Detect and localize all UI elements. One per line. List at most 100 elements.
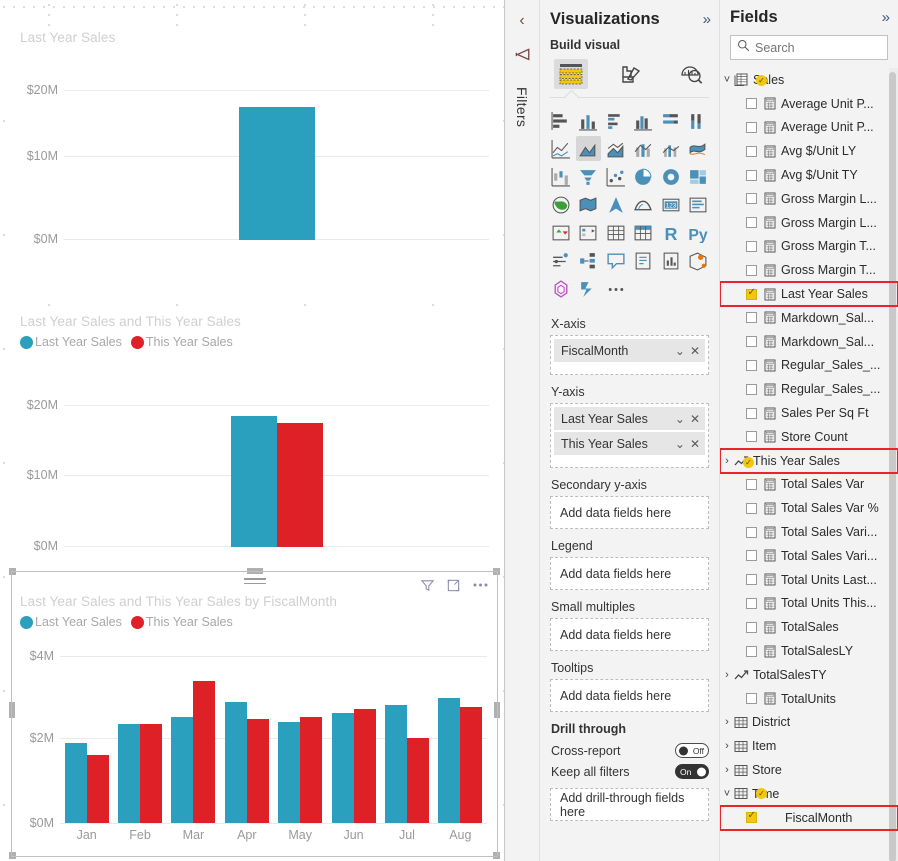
bar-last-year-sales[interactable] — [118, 724, 140, 823]
resize-handle-left[interactable] — [9, 702, 15, 718]
well-legend[interactable]: Add data fields here — [550, 557, 709, 590]
field-row-total-sales-var[interactable]: Total Sales Var — [720, 473, 898, 497]
r-script-visual-icon[interactable]: R — [658, 220, 684, 245]
field-checkbox[interactable] — [746, 170, 757, 181]
resize-handle-bottom-left[interactable] — [9, 852, 16, 859]
search-input[interactable] — [755, 41, 887, 55]
expand-pane-icon[interactable]: » — [882, 9, 888, 26]
field-checkbox[interactable] — [746, 217, 757, 228]
field-checkbox[interactable] — [746, 693, 757, 704]
get-more-visuals-icon[interactable] — [548, 276, 574, 301]
matrix-icon[interactable] — [631, 220, 657, 245]
field-row-total-units-this[interactable]: Total Units This... — [720, 592, 898, 616]
remove-field-icon[interactable]: ✕ — [685, 344, 700, 358]
drag-grip-icon[interactable] — [244, 578, 266, 587]
search-box[interactable] — [730, 35, 888, 60]
bar-last-year-sales[interactable] — [65, 743, 87, 823]
chevron-right-icon[interactable]: › — [720, 669, 734, 681]
chevron-right-icon[interactable]: › — [720, 455, 734, 467]
decomposition-tree-icon[interactable] — [576, 248, 602, 273]
narrative-icon[interactable] — [631, 248, 657, 273]
chevron-down-icon[interactable]: ˅ — [720, 74, 734, 86]
field-row-regular-sales[interactable]: Regular_Sales_... — [720, 354, 898, 378]
waterfall-chart-icon[interactable] — [548, 164, 574, 189]
resize-handle-top[interactable] — [247, 568, 263, 574]
bar-this-year-sales[interactable] — [87, 755, 109, 823]
stacked-area-chart-icon[interactable] — [603, 136, 629, 161]
visual-last-and-this-year-sales[interactable]: Last Year Sales and This Year Sales Last… — [12, 310, 497, 580]
bar-this-year-sales[interactable] — [354, 709, 376, 823]
field-checkbox[interactable] — [746, 312, 757, 323]
field-row-total-sales-vari[interactable]: Total Sales Vari... — [720, 544, 898, 568]
multi-row-card-icon[interactable] — [686, 192, 712, 217]
donut-chart-icon[interactable] — [658, 164, 684, 189]
line-and-clustered-column-chart-icon[interactable] — [658, 136, 684, 161]
fields-list[interactable]: ˅✓SalesAverage Unit P...Average Unit P..… — [720, 68, 898, 861]
bar-last-year-sales[interactable] — [171, 717, 193, 823]
report-canvas[interactable]: Last Year Sales $20M $10M $0M Last Year … — [0, 0, 505, 861]
field-row-total-sales-vari[interactable]: Total Sales Vari... — [720, 520, 898, 544]
field-row-store-count[interactable]: Store Count — [720, 425, 898, 449]
chevron-down-icon[interactable]: ⌄ — [670, 437, 685, 451]
field-chip[interactable]: Last Year Sales⌄✕ — [554, 407, 705, 430]
field-row-gross-margin-l[interactable]: Gross Margin L... — [720, 187, 898, 211]
remove-field-icon[interactable]: ✕ — [685, 437, 700, 451]
bar-this-year-sales[interactable] — [277, 423, 323, 547]
legend-item-this-year-sales[interactable]: This Year Sales — [131, 335, 233, 349]
field-checkbox[interactable] — [746, 408, 757, 419]
field-checkbox[interactable] — [746, 598, 757, 609]
field-row-total-sales-var[interactable]: Total Sales Var % — [720, 496, 898, 520]
legend-item-last-year-sales[interactable]: Last Year Sales — [20, 335, 122, 349]
focus-mode-icon[interactable] — [446, 578, 461, 593]
bar-this-year-sales[interactable] — [247, 719, 269, 823]
filled-map-icon[interactable] — [576, 192, 602, 217]
legend-item-this-year-sales[interactable]: This Year Sales — [131, 615, 233, 629]
field-row-avg-unit-ty[interactable]: Avg $/Unit TY — [720, 163, 898, 187]
build-visual-tab[interactable] — [554, 59, 588, 89]
bar-last-year-sales[interactable] — [385, 705, 407, 823]
ribbon-chart-icon[interactable] — [686, 136, 712, 161]
field-row-gross-margin-t[interactable]: Gross Margin T... — [720, 258, 898, 282]
resize-handle-right[interactable] — [494, 702, 500, 718]
field-checkbox[interactable] — [746, 503, 757, 514]
field-row-gross-margin-t[interactable]: Gross Margin T... — [720, 235, 898, 259]
drill-through-well[interactable]: Add drill-through fields here — [550, 788, 709, 821]
arcgis-map-icon[interactable] — [631, 192, 657, 217]
well-drop-zone[interactable] — [554, 457, 705, 464]
100-stacked-bar-chart-icon[interactable] — [658, 108, 684, 133]
bar-last-year-sales[interactable] — [332, 713, 354, 823]
100-stacked-column-chart-icon[interactable] — [686, 108, 712, 133]
field-checkbox[interactable] — [746, 360, 757, 371]
field-row-total-units-last[interactable]: Total Units Last... — [720, 568, 898, 592]
funnel-chart-icon[interactable] — [576, 164, 602, 189]
field-checkbox[interactable] — [746, 646, 757, 657]
remove-field-icon[interactable]: ✕ — [685, 412, 700, 426]
field-row-regular-sales[interactable]: Regular_Sales_... — [720, 377, 898, 401]
bar-last-year-sales[interactable] — [278, 722, 300, 823]
bar-this-year-sales[interactable] — [140, 724, 162, 823]
paginated-report-icon[interactable] — [658, 248, 684, 273]
resize-handle-top-right[interactable] — [493, 568, 500, 575]
field-row-last-year-sales[interactable]: Last Year Sales — [720, 282, 898, 306]
azure-map-icon[interactable] — [603, 192, 629, 217]
legend-item-last-year-sales[interactable]: Last Year Sales — [20, 615, 122, 629]
field-checkbox[interactable] — [746, 431, 757, 442]
field-checkbox[interactable] — [746, 336, 757, 347]
python-visual-icon[interactable]: Py — [686, 220, 712, 245]
field-checkbox[interactable] — [746, 622, 757, 633]
scatter-chart-icon[interactable] — [603, 164, 629, 189]
chevron-down-icon[interactable]: ⌄ — [670, 344, 685, 358]
well-x-axis[interactable]: FiscalMonth⌄✕ — [550, 335, 709, 375]
field-row-sales-per-sq-ft[interactable]: Sales Per Sq Ft — [720, 401, 898, 425]
field-checkbox[interactable] — [746, 146, 757, 157]
field-checkbox[interactable] — [746, 527, 757, 538]
field-checkbox[interactable] — [746, 479, 757, 490]
field-row-avg-unit-ly[interactable]: Avg $/Unit LY — [720, 139, 898, 163]
field-row-markdown-sal[interactable]: Markdown_Sal... — [720, 306, 898, 330]
cross-report-toggle[interactable]: Off — [675, 743, 709, 758]
chevron-down-icon[interactable]: ⌄ — [670, 412, 685, 426]
well-secondary-y-axis[interactable]: Add data fields here — [550, 496, 709, 529]
slicer-icon[interactable] — [576, 220, 602, 245]
field-checkbox[interactable] — [746, 193, 757, 204]
expand-pane-icon[interactable]: » — [703, 11, 709, 28]
